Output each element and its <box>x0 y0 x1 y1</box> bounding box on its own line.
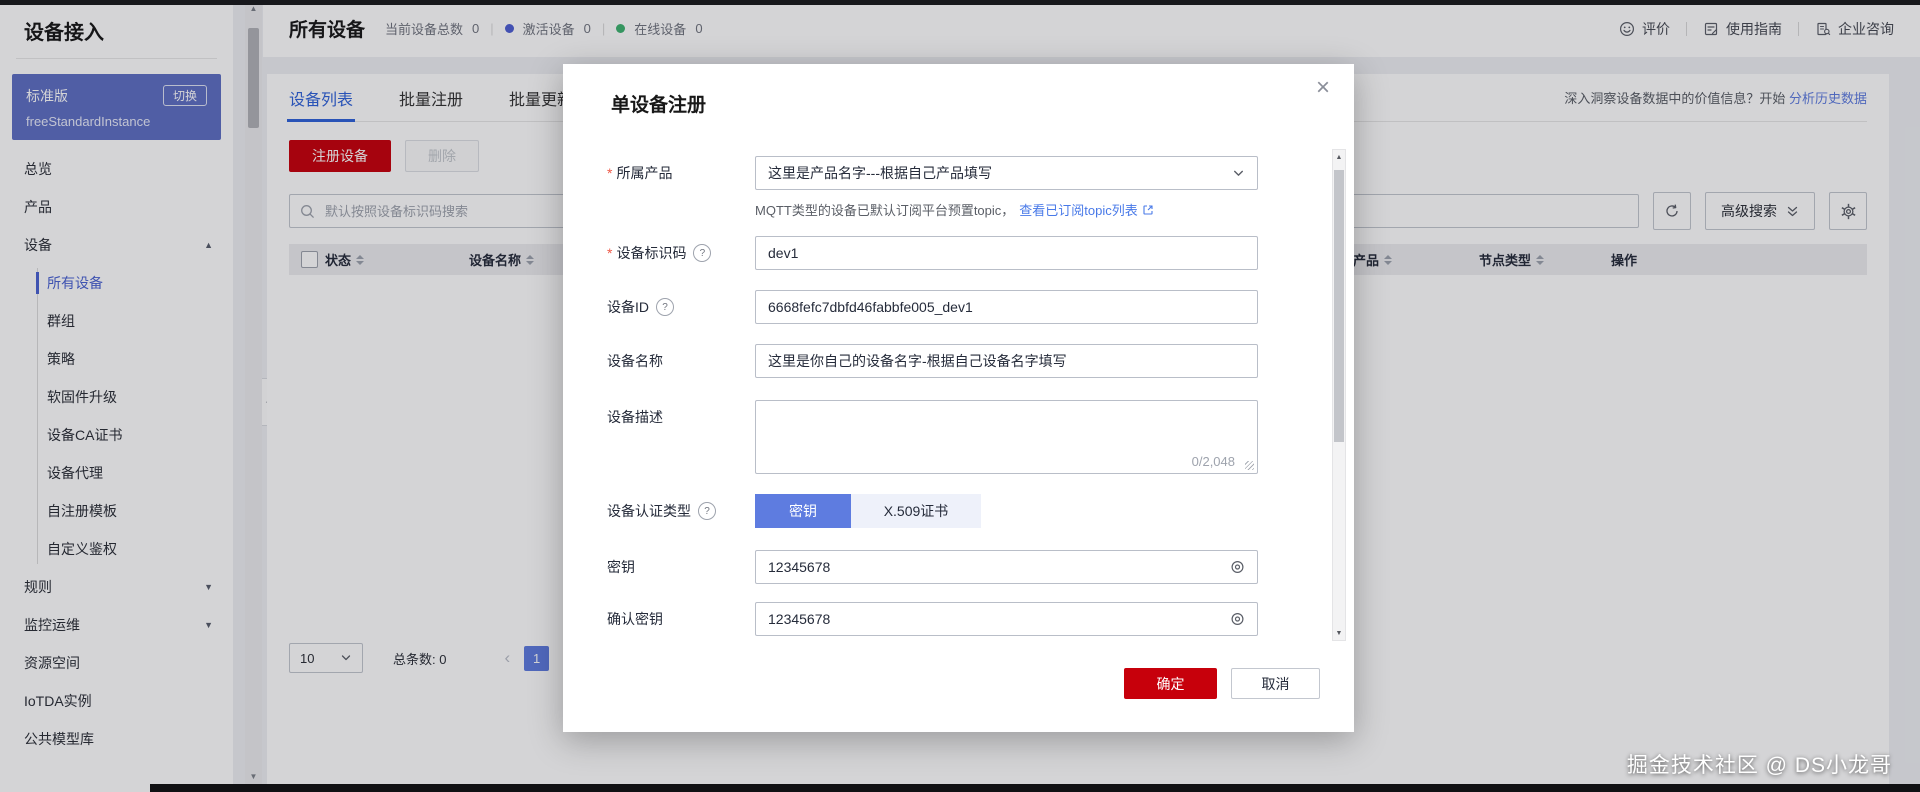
required-mark: * <box>607 165 613 181</box>
required-mark: * <box>607 245 613 261</box>
secret-input[interactable] <box>755 550 1258 584</box>
device-code-label: 设备标识码 <box>616 245 687 261</box>
eye-icon[interactable] <box>1229 559 1246 575</box>
watermark: 掘金技术社区 @ DS小龙哥 <box>1626 754 1892 777</box>
device-name-label: 设备名称 <box>607 353 663 369</box>
scroll-down-icon[interactable]: ▼ <box>1333 626 1345 640</box>
field-device-id: 设备ID ? <box>607 290 1258 324</box>
field-secret: 密钥 <box>607 550 1258 584</box>
help-icon[interactable]: ? <box>698 502 716 520</box>
device-id-label: 设备ID <box>607 299 649 315</box>
field-product: * 所属产品 这里是产品名字---根据自己产品填写 <box>607 156 1258 190</box>
field-auth-type: 设备认证类型 ? 密钥 X.509证书 <box>607 494 981 528</box>
chevron-down-icon <box>1234 170 1243 176</box>
char-counter: 0/2,048 <box>1191 454 1235 469</box>
external-link-icon <box>1143 204 1153 215</box>
confirm-secret-label: 确认密钥 <box>607 611 663 627</box>
auth-x509-toggle[interactable]: X.509证书 <box>851 494 981 528</box>
scroll-up-icon[interactable]: ▲ <box>1333 150 1345 164</box>
device-desc-textarea[interactable] <box>756 401 1257 453</box>
eye-icon[interactable] <box>1229 611 1246 627</box>
secret-label: 密钥 <box>607 559 635 575</box>
resize-grip[interactable] <box>1245 461 1254 470</box>
product-label: 所属产品 <box>616 165 673 181</box>
modal-title: 单设备注册 <box>611 95 707 116</box>
field-device-desc: 设备描述 0/2,048 <box>607 400 1258 474</box>
device-code-input[interactable] <box>755 236 1258 270</box>
device-desc-label: 设备描述 <box>607 409 663 425</box>
register-device-modal: 单设备注册 × * 所属产品 这里是产品名字---根据自己产品填写 MQTT类型… <box>563 64 1354 732</box>
help-icon[interactable]: ? <box>693 244 712 262</box>
cancel-button[interactable]: 取消 <box>1231 668 1320 699</box>
product-select[interactable]: 这里是产品名字---根据自己产品填写 <box>755 156 1258 190</box>
video-progress-bar <box>150 784 1920 792</box>
confirm-secret-input[interactable] <box>755 602 1258 636</box>
device-name-input[interactable] <box>755 344 1258 378</box>
field-confirm-secret: 确认密钥 <box>607 602 1258 636</box>
confirm-button[interactable]: 确定 <box>1124 668 1217 699</box>
scrollbar-thumb[interactable] <box>1334 170 1344 442</box>
modal-scrollbar[interactable]: ▲ ▼ <box>1332 149 1346 641</box>
auth-type-label: 设备认证类型 <box>607 503 691 519</box>
auth-secret-toggle[interactable]: 密钥 <box>755 494 851 528</box>
subscribed-topics-link[interactable]: 查看已订阅topic列表 <box>1019 200 1153 219</box>
video-top-bar <box>0 0 1920 5</box>
page: 设备接入 标准版 切换 freeStandardInstance 总览 产品 设… <box>0 0 1920 792</box>
help-icon[interactable]: ? <box>656 298 674 316</box>
device-desc-wrap: 0/2,048 <box>755 400 1258 474</box>
mqtt-topic-hint: MQTT类型的设备已默认订阅平台预置topic， 查看已订阅topic列表 <box>755 200 1154 219</box>
field-device-name: 设备名称 <box>607 344 1258 378</box>
field-device-code: * 设备标识码 ? <box>607 236 1258 270</box>
device-id-input[interactable] <box>755 290 1258 324</box>
close-icon[interactable]: × <box>1316 76 1330 100</box>
